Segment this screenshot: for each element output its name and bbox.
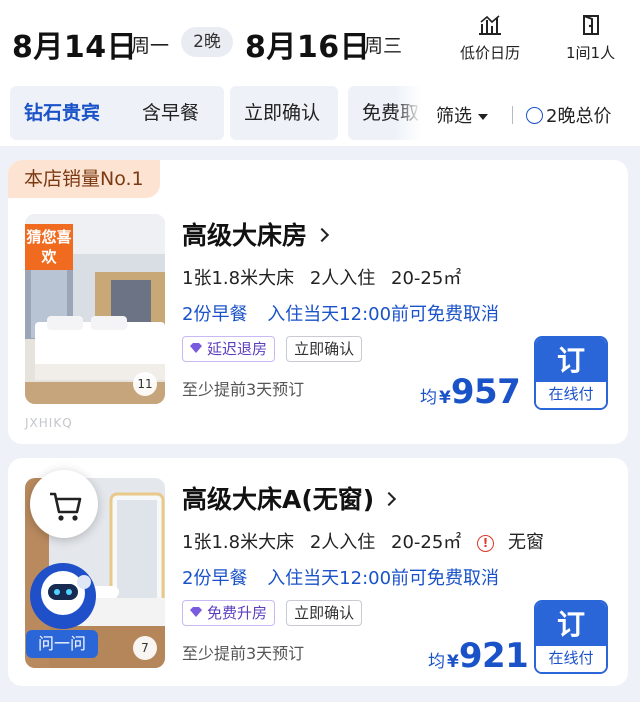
cart-button[interactable] (30, 470, 98, 538)
tag-late-checkout: 延迟退房 (182, 336, 276, 362)
divider (512, 106, 513, 124)
diamond-icon (190, 607, 202, 617)
tag-instant-confirm: 立即确认 (286, 600, 363, 626)
price-amount: 921 (458, 636, 529, 676)
robot-icon (30, 563, 96, 629)
max-guests: 2人入住 (309, 532, 376, 553)
total-price-toggle[interactable]: 2晚总价 (526, 102, 611, 128)
filter-label: 筛选 (436, 106, 472, 127)
room-card[interactable]: 7 高级大床A(无窗) 1张1.8米大床 2人入住 20-25㎡ ! 无窗 2份早… (8, 458, 628, 686)
checkout-weekday: 周三 (364, 35, 403, 57)
checkin-weekday: 周一 (131, 35, 170, 57)
low-price-calendar-label: 低价日历 (460, 44, 521, 62)
date-header: 8月14日 周一 2晚 8月16日 周三 低价日历 1间1人 (0, 0, 640, 82)
room-area: 20-25㎡ (391, 532, 462, 553)
filter-chip-breakfast[interactable]: 含早餐 (128, 86, 224, 140)
bed-type: 1张1.8米大床 (182, 532, 295, 553)
rooms-guests-label: 1间1人 (566, 44, 616, 62)
nights-badge: 2晚 (181, 27, 233, 57)
room-name-text: 高级大床A(无窗) (182, 485, 375, 514)
filter-fade (395, 82, 433, 146)
currency-symbol: ¥ (447, 652, 459, 672)
chevron-right-icon (382, 491, 397, 507)
warning-icon: ! (477, 535, 495, 552)
filter-bar: 钻石贵宾 含早餐 立即确认 免费取 筛选 2晚总价 (0, 82, 640, 146)
low-price-calendar-button[interactable]: 低价日历 (460, 14, 520, 63)
checkout-date[interactable]: 8月16日 (245, 22, 370, 66)
room-perks: 2份早餐 入住当天12:00前可免费取消 (182, 300, 513, 326)
room-photo[interactable]: 猜您喜欢 11 (25, 214, 165, 404)
price-amount: 957 (450, 372, 521, 412)
caret-down-icon (478, 114, 488, 120)
no-window-label: 无窗 (508, 532, 545, 553)
cancel-policy: 入住当天12:00前可免费取消 (267, 568, 500, 589)
book-button[interactable]: 订 在线付 (534, 600, 608, 674)
book-label: 订 (536, 602, 606, 648)
price-prefix: 均 (428, 652, 445, 672)
currency-symbol: ¥ (439, 388, 451, 408)
tag-instant-confirm: 立即确认 (286, 336, 363, 362)
rooms-guests-button[interactable]: 1间1人 (566, 14, 615, 63)
total-price-label: 2晚总价 (546, 106, 612, 127)
price-prefix: 均 (420, 388, 437, 408)
advance-booking-note: 至少提前3天预订 (182, 380, 305, 399)
advance-booking-note: 至少提前3天预订 (182, 644, 305, 663)
cart-icon (50, 492, 82, 521)
checkin-date[interactable]: 8月14日 (12, 22, 137, 66)
room-tags: 免费升房 立即确认 (182, 600, 368, 626)
filter-chip-diamond-vip[interactable]: 钻石贵宾 (10, 86, 144, 140)
door-icon (582, 15, 599, 35)
room-specs: 1张1.8米大床 2人入住 20-25㎡ (182, 264, 471, 290)
room-price: 均 ¥921 (428, 636, 529, 676)
room-name[interactable]: 高级大床房 (182, 216, 330, 252)
room-perks: 2份早餐 入住当天12:00前可免费取消 (182, 564, 513, 590)
no-window-warning: ! (477, 532, 504, 553)
radio-icon (526, 107, 543, 124)
low-price-calendar-icon (479, 15, 501, 35)
best-seller-badge: 本店销量No.1 (8, 160, 160, 198)
tag-free-upgrade: 免费升房 (182, 600, 276, 626)
filter-button[interactable]: 筛选 (436, 102, 488, 128)
ask-assistant-button[interactable]: 问一问 (26, 630, 98, 658)
guess-you-like-tag: 猜您喜欢 (25, 224, 73, 270)
diamond-icon (190, 343, 202, 353)
photo-count: 7 (133, 636, 157, 660)
room-name[interactable]: 高级大床A(无窗) (182, 480, 397, 516)
bed-type: 1张1.8米大床 (182, 268, 295, 289)
room-tags: 延迟退房 立即确认 (182, 336, 368, 362)
filter-chip-instant-confirm[interactable]: 立即确认 (230, 86, 338, 140)
pay-online-label: 在线付 (536, 646, 606, 672)
chevron-right-icon (314, 227, 330, 243)
room-area: 20-25㎡ (391, 268, 462, 289)
photo-watermark: JXHIKQ (25, 416, 73, 430)
breakfast-info: 2份早餐 (182, 304, 248, 325)
book-button[interactable]: 订 在线付 (534, 336, 608, 410)
book-label: 订 (536, 338, 606, 384)
photo-count: 11 (133, 372, 157, 396)
breakfast-info: 2份早餐 (182, 568, 248, 589)
room-card[interactable]: 本店销量No.1 猜您喜欢 11 JXHIKQ 高级大床房 1张1.8米大床 2… (8, 160, 628, 444)
room-specs: 1张1.8米大床 2人入住 20-25㎡ ! 无窗 (182, 528, 554, 554)
pay-online-label: 在线付 (536, 382, 606, 408)
cancel-policy: 入住当天12:00前可免费取消 (267, 304, 500, 325)
max-guests: 2人入住 (309, 268, 376, 289)
room-name-text: 高级大床房 (182, 221, 308, 250)
room-price: 均 ¥957 (420, 372, 521, 412)
